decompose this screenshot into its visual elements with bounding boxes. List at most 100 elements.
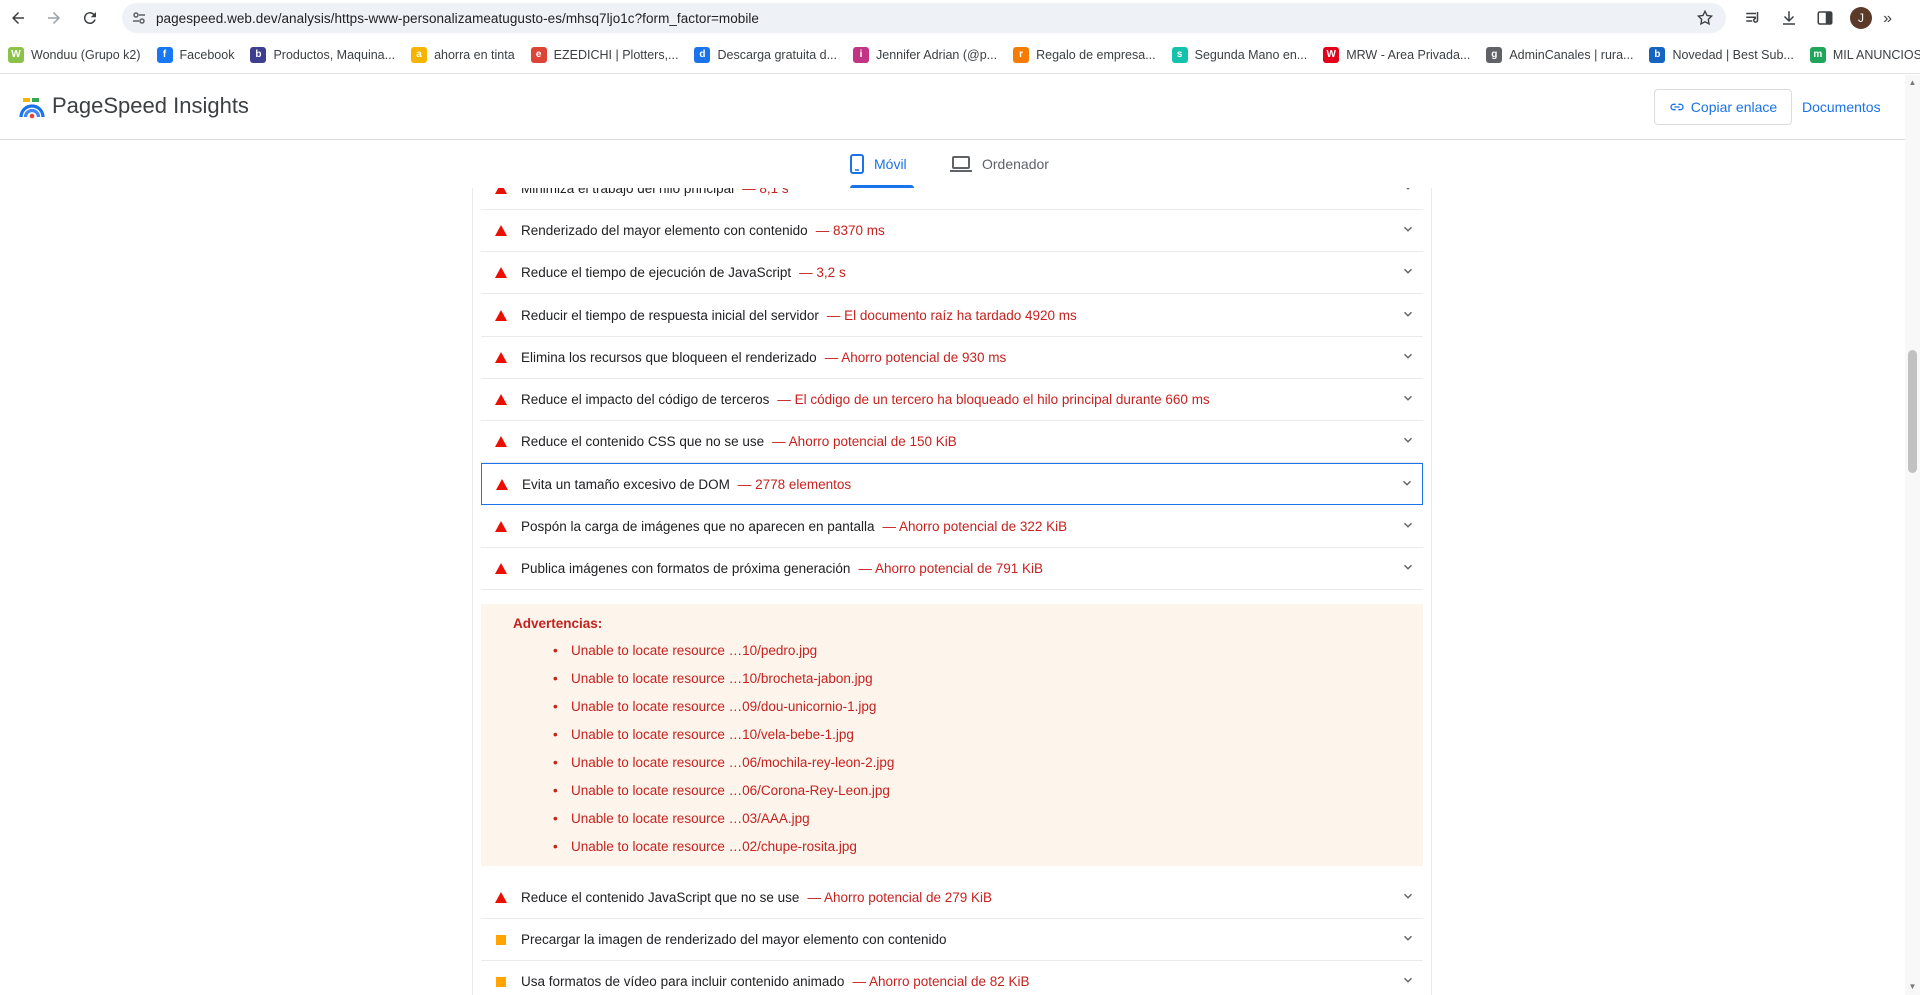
warnings-heading: Advertencias: (513, 616, 603, 631)
bookmark-item[interactable]: g AdminCanales | rura... (1486, 46, 1633, 63)
avatar: J (1850, 7, 1872, 29)
audit-row[interactable]: Evita un tamaño excesivo de DOM — 2778 el… (481, 463, 1423, 505)
audit-row[interactable]: Publica imágenes con formatos de próxima… (481, 548, 1423, 590)
audit-row[interactable]: Precargar la imagen de renderizado del m… (481, 919, 1423, 961)
audit-title: Reduce el tiempo de ejecución de JavaScr… (521, 265, 792, 280)
audit-row[interactable]: Reduce el contenido JavaScript que no se… (481, 877, 1423, 919)
fail-triangle-icon (481, 352, 521, 363)
page-scrollbar[interactable]: ▲ ▼ (1905, 75, 1920, 995)
audit-title: Precargar la imagen de renderizado del m… (521, 932, 947, 947)
audit-value: — 2778 elementos (737, 476, 852, 492)
chevron-down-icon[interactable] (1401, 518, 1415, 535)
audit-value: — Ahorro potencial de 930 ms (824, 350, 1007, 365)
chevron-down-icon[interactable] (1401, 889, 1415, 906)
chevron-down-icon[interactable] (1401, 349, 1415, 366)
reload-button[interactable] (72, 0, 108, 36)
link-icon (1670, 103, 1684, 111)
audit-title: Reduce el contenido JavaScript que no se… (521, 890, 800, 905)
audit-row[interactable]: Reduce el tiempo de ejecución de JavaScr… (481, 252, 1423, 294)
warning-item: Unable to locate resource …06/Corona-Rey… (553, 783, 1423, 811)
audit-value: — Ahorro potencial de 82 KiB (852, 974, 1030, 989)
audit-row[interactable]: Reduce el impacto del código de terceros… (481, 379, 1423, 421)
fail-triangle-icon (481, 310, 521, 321)
bookmark-label: ahorra en tinta (434, 47, 515, 62)
bookmark-item[interactable]: W MRW - Area Privada... (1323, 46, 1470, 63)
bookmark-star-icon[interactable] (1696, 9, 1714, 32)
bookmark-item[interactable]: s Segunda Mano en... (1171, 46, 1308, 63)
chevron-down-icon[interactable] (1401, 931, 1415, 948)
audit-row[interactable]: Pospón la carga de imágenes que no apare… (481, 506, 1423, 548)
chevron-down-icon[interactable] (1401, 264, 1415, 281)
chevron-down-icon[interactable] (1401, 973, 1415, 990)
audit-value: — El documento raíz ha tardado 4920 ms (826, 308, 1077, 323)
chevron-double-right-icon[interactable]: » (1883, 10, 1892, 28)
chevron-down-icon[interactable] (1400, 476, 1414, 493)
copy-link-label: Copiar enlace (1690, 99, 1778, 115)
audits-list: Advertencias: Unable to locate resource … (472, 188, 1432, 995)
chevron-down-icon[interactable] (1401, 560, 1415, 577)
site-settings-icon[interactable] (122, 10, 156, 26)
audit-value: — Ahorro potencial de 322 KiB (882, 519, 1068, 534)
fail-triangle-icon (481, 394, 521, 405)
side-panel-icon[interactable] (1807, 0, 1843, 36)
audit-row[interactable]: Minimiza el trabajo del hilo principal — … (481, 188, 1423, 210)
audit-value: — Ahorro potencial de 150 KiB (772, 434, 957, 449)
bookmark-item[interactable]: b Productos, Maquina... (250, 46, 395, 63)
docs-link[interactable]: Documentos (1802, 99, 1881, 115)
scroll-up-icon[interactable]: ▲ (1908, 78, 1917, 87)
warning-item: Unable to locate resource …02/chupe-rosi… (553, 839, 1423, 867)
audit-row[interactable]: Elimina los recursos que bloqueen el ren… (481, 337, 1423, 379)
bookmark-item[interactable]: a ahorra en tinta (411, 46, 515, 63)
media-queue-icon[interactable] (1735, 0, 1771, 36)
bookmark-item[interactable]: m MIL ANUNCIOS.CO... (1809, 46, 1920, 63)
scroll-thumb[interactable] (1908, 350, 1917, 473)
phone-icon (850, 154, 864, 174)
audit-row[interactable]: Usa formatos de vídeo para incluir conte… (481, 961, 1423, 995)
bookmark-label: Segunda Mano en... (1194, 47, 1308, 62)
bookmark-item[interactable]: r Regalo de empresa... (1013, 46, 1156, 63)
scroll-down-icon[interactable]: ▼ (1908, 982, 1917, 991)
chevron-down-icon[interactable] (1401, 188, 1415, 197)
bookmark-item[interactable]: W Wonduu (Grupo k2) (8, 46, 141, 63)
bookmark-label: EZEDICHI | Plotters,... (553, 47, 679, 62)
chevron-down-icon[interactable] (1401, 433, 1415, 450)
regalo-icon: r (1013, 46, 1030, 63)
audit-title: Evita un tamaño excesivo de DOM (522, 476, 730, 492)
productos-icon: b (250, 46, 267, 63)
download-icon[interactable] (1771, 0, 1807, 36)
url-text[interactable]: pagespeed.web.dev/analysis/https-www-per… (156, 11, 759, 26)
audit-row[interactable]: Reduce el contenido CSS que no se use — A… (481, 421, 1423, 463)
bookmark-label: Descarga gratuita d... (717, 47, 837, 62)
copy-link-button[interactable]: Copiar enlace (1654, 89, 1792, 125)
laptop-icon (950, 156, 972, 172)
bookmark-item[interactable]: f Facebook (156, 46, 235, 63)
fail-triangle-icon (481, 225, 521, 236)
bookmark-label: Jennifer Adrian (@p... (876, 47, 998, 62)
forward-button[interactable] (36, 0, 72, 36)
tinta-icon: a (411, 46, 428, 63)
profile-button[interactable]: J (1843, 0, 1879, 36)
tab-mobile[interactable]: Móvil (850, 140, 914, 188)
bookmark-label: Facebook (179, 47, 235, 62)
tab-mobile-label: Móvil (874, 156, 907, 172)
page-title[interactable]: PageSpeed Insights (52, 93, 249, 119)
globe-blue-icon: d (694, 46, 711, 63)
chevron-down-icon[interactable] (1401, 391, 1415, 408)
audit-title: Pospón la carga de imágenes que no apare… (521, 519, 875, 534)
chevron-down-icon[interactable] (1401, 307, 1415, 324)
chevron-down-icon[interactable] (1401, 222, 1415, 239)
audit-row[interactable]: Renderizado del mayor elemento con conte… (481, 210, 1423, 252)
back-button[interactable] (0, 0, 36, 36)
pagespeed-logo-icon[interactable] (19, 95, 45, 119)
bookmark-item[interactable]: b Novedad | Best Sub... (1649, 46, 1794, 63)
audit-title: Reduce el contenido CSS que no se use (521, 434, 765, 449)
bookmark-item[interactable]: e EZEDICHI | Plotters,... (530, 46, 679, 63)
tab-desktop[interactable]: Ordenador (950, 140, 1060, 188)
fail-triangle-icon (481, 892, 521, 903)
bookmark-item[interactable]: d Descarga gratuita d... (694, 46, 837, 63)
audit-row[interactable]: Reducir el tiempo de respuesta inicial d… (481, 295, 1423, 337)
bookmark-item[interactable]: i Jennifer Adrian (@p... (853, 46, 998, 63)
bookmark-label: MIL ANUNCIOS.CO... (1832, 47, 1920, 62)
fail-triangle-icon (481, 436, 521, 447)
address-bar[interactable]: pagespeed.web.dev/analysis/https-www-per… (122, 3, 1726, 33)
